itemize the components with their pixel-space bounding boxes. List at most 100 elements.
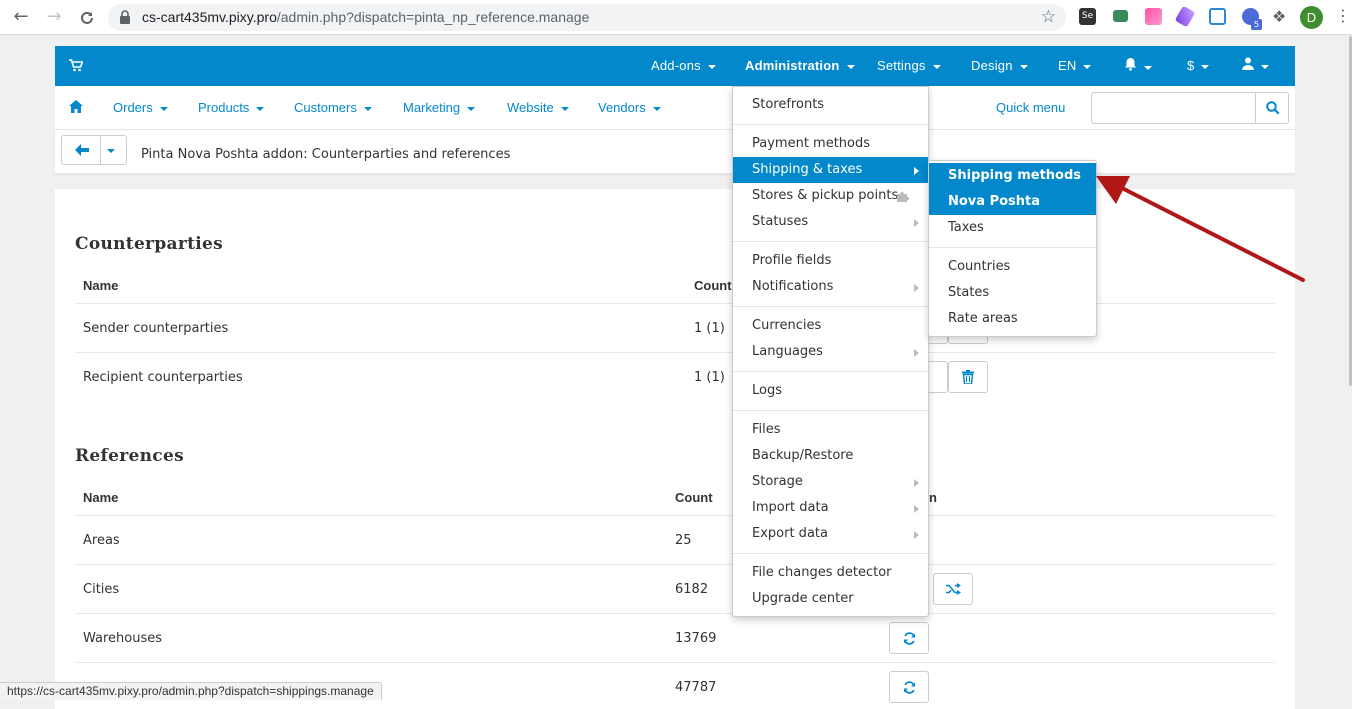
puzzle-extensions-icon[interactable]: ❖ xyxy=(1272,7,1286,26)
menu-item-files[interactable]: Files xyxy=(733,417,928,443)
submenu-item-countries[interactable]: Countries xyxy=(929,254,1096,280)
refresh-button[interactable] xyxy=(889,622,929,654)
nav-marketing[interactable]: Marketing xyxy=(403,100,476,115)
reload-icon[interactable] xyxy=(75,6,99,30)
menu-divider xyxy=(733,124,928,125)
references-col-count: Count xyxy=(675,490,713,505)
color-extension-icon[interactable] xyxy=(1145,8,1162,25)
chevron-down-icon xyxy=(256,106,265,111)
nav-orders[interactable]: Orders xyxy=(113,100,168,115)
menu-item-statuses[interactable]: Statuses xyxy=(733,209,928,235)
address-bar[interactable]: cs-cart435mv.pixy.pro/admin.php?dispatch… xyxy=(108,4,1066,31)
menu-divider xyxy=(733,553,928,554)
menu-item-stores-pickup[interactable]: Stores & pickup points xyxy=(733,183,928,209)
submenu-item-rate-areas[interactable]: Rate areas xyxy=(929,306,1096,332)
references-col-name: Name xyxy=(83,490,119,505)
back-arrow-icon[interactable]: ← xyxy=(9,6,33,30)
menu-item-import-data[interactable]: Import data xyxy=(733,495,928,521)
divider xyxy=(75,662,1275,663)
menu-item-backup-restore[interactable]: Backup/Restore xyxy=(733,443,928,469)
counterparties-heading: Counterparties xyxy=(75,234,223,254)
row-name: Recipient counterparties xyxy=(83,370,243,385)
refresh-icon xyxy=(903,632,915,645)
shipping-taxes-submenu: Shipping methods Nova Poshta Delivery Ta… xyxy=(928,160,1097,337)
submenu-item-shipping-methods[interactable]: Shipping methods xyxy=(929,163,1096,189)
nav-notifications[interactable] xyxy=(1124,57,1152,74)
selenium-extension-icon[interactable]: Se xyxy=(1079,8,1096,25)
menu-item-currencies[interactable]: Currencies xyxy=(733,313,928,339)
menu-item-export-data[interactable]: Export data xyxy=(733,521,928,547)
lock-icon xyxy=(120,10,130,24)
menu-item-storage[interactable]: Storage xyxy=(733,469,928,495)
forward-arrow-icon[interactable]: → xyxy=(42,6,66,30)
nav-customers[interactable]: Customers xyxy=(294,100,372,115)
chevron-down-icon xyxy=(932,64,941,69)
row-count: 13769 xyxy=(675,631,717,646)
menu-item-upgrade-center[interactable]: Upgrade center xyxy=(733,586,928,612)
pen-extension-icon[interactable] xyxy=(1174,5,1196,28)
addon-puzzle-icon xyxy=(897,191,910,202)
nav-settings[interactable]: Settings xyxy=(877,58,941,73)
chevron-down-icon xyxy=(159,106,168,111)
menu-item-notifications[interactable]: Notifications xyxy=(733,274,928,300)
nav-website[interactable]: Website xyxy=(507,100,569,115)
back-history-dropdown[interactable] xyxy=(100,135,127,165)
quick-menu-link[interactable]: Quick menu xyxy=(996,100,1065,115)
browser-menu-icon[interactable]: ⋮ xyxy=(1335,6,1351,25)
row-count: 47787 xyxy=(675,680,717,695)
counterparties-col-name: Name xyxy=(83,278,119,293)
screenshot-extension-icon[interactable] xyxy=(1209,8,1226,25)
nav-addons[interactable]: Add-ons xyxy=(651,58,716,73)
refresh-button[interactable] xyxy=(889,671,929,703)
home-icon[interactable] xyxy=(69,100,83,117)
chevron-down-icon xyxy=(1261,64,1269,69)
menu-item-languages[interactable]: Languages xyxy=(733,339,928,365)
submenu-item-taxes[interactable]: Taxes xyxy=(929,215,1096,241)
delete-button[interactable] xyxy=(948,361,988,393)
menu-item-profile-fields[interactable]: Profile fields xyxy=(733,248,928,274)
chevron-right-icon xyxy=(914,479,919,487)
nav-administration[interactable]: Administration xyxy=(745,58,855,73)
menu-item-logs[interactable]: Logs xyxy=(733,378,928,404)
menu-divider xyxy=(733,410,928,411)
shuffle-icon xyxy=(945,583,961,595)
menu-item-file-changes-detector[interactable]: File changes detector xyxy=(733,560,928,586)
mail-extension-icon[interactable] xyxy=(1113,10,1128,22)
submenu-item-nova-poshta-delivery[interactable]: Nova Poshta Delivery xyxy=(929,189,1096,235)
bookmark-star-icon[interactable]: ☆ xyxy=(1041,7,1056,27)
search-button[interactable] xyxy=(1255,92,1289,124)
menu-item-shipping-taxes[interactable]: Shipping & taxes xyxy=(733,157,928,183)
row-name: Sender counterparties xyxy=(83,321,229,336)
nav-vendors[interactable]: Vendors xyxy=(598,100,661,115)
random-button[interactable] xyxy=(933,573,973,605)
chevron-right-icon xyxy=(914,349,919,357)
menu-item-storefronts[interactable]: Storefronts xyxy=(733,92,928,118)
chevron-down-icon xyxy=(363,106,372,111)
profile-avatar[interactable]: D xyxy=(1300,6,1323,29)
references-heading: References xyxy=(75,446,184,466)
nav-currency[interactable]: $ xyxy=(1187,58,1210,73)
menu-item-payment-methods[interactable]: Payment methods xyxy=(733,131,928,157)
nav-user[interactable] xyxy=(1242,57,1269,73)
chevron-down-icon xyxy=(467,106,476,111)
trash-icon xyxy=(962,370,974,385)
annotation-arrow xyxy=(1096,176,1305,282)
row-count: 6182 xyxy=(675,582,709,597)
references-col-action: n xyxy=(929,490,937,505)
menu-divider xyxy=(733,371,928,372)
search-input[interactable] xyxy=(1091,92,1257,124)
nav-language[interactable]: EN xyxy=(1058,58,1092,73)
submenu-item-states[interactable]: States xyxy=(929,280,1096,306)
row-count: 1 (1) xyxy=(694,321,725,336)
bell-icon xyxy=(1125,58,1136,71)
administration-dropdown: Storefronts Payment methods Shipping & t… xyxy=(732,86,929,617)
menu-divider xyxy=(929,247,1096,248)
divider xyxy=(75,564,1275,565)
nav-design[interactable]: Design xyxy=(971,58,1028,73)
back-button[interactable] xyxy=(61,135,101,165)
nav-products[interactable]: Products xyxy=(198,100,265,115)
cart-icon[interactable] xyxy=(69,59,84,76)
divider xyxy=(75,515,1275,516)
menu-divider xyxy=(733,241,928,242)
page-title: Pinta Nova Poshta addon: Counterparties … xyxy=(141,147,511,162)
